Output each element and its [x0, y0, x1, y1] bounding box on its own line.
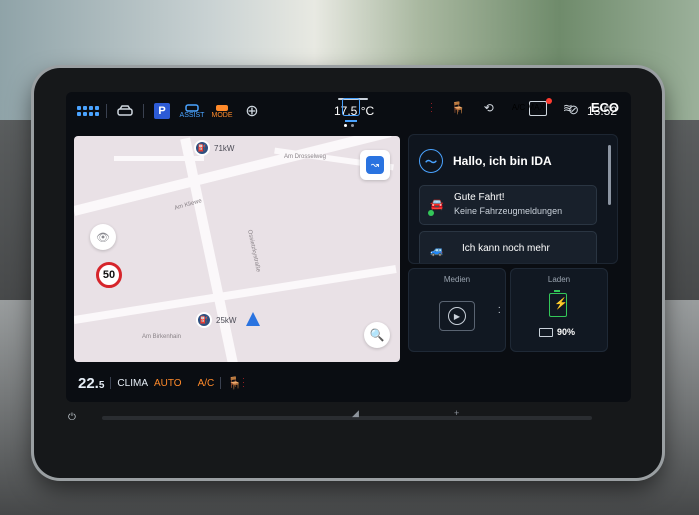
street-label: Am Drosselweg — [284, 154, 327, 160]
ida-suggestion-card[interactable]: 🚙 Ich kann noch mehr — [419, 231, 597, 263]
charging-title: Laden — [547, 275, 571, 284]
car-front-icon: 🚙 — [430, 245, 444, 257]
assist-label: ASSIST — [179, 112, 205, 119]
cabin-temperature[interactable]: 22.5 — [78, 375, 104, 392]
map-search-button[interactable]: 🔍 — [364, 322, 390, 348]
ev-charger-icon: ⛽ — [196, 312, 212, 328]
mode-label: MODE — [211, 112, 233, 119]
charger-power: 71kW — [214, 143, 235, 153]
divider — [110, 377, 112, 389]
temp-main: 22. — [78, 374, 99, 392]
charging-battery-icon: ⚡ — [549, 290, 568, 317]
current-position-icon — [246, 312, 260, 326]
battery-level: 90% — [539, 327, 575, 337]
seat-heating-left-icon[interactable]: 🪑 — [227, 376, 242, 390]
route-icon: ↝ — [366, 156, 384, 174]
plus-circle-icon: ⊕ — [245, 103, 259, 120]
card-title: Gute Fahrt! — [454, 192, 505, 203]
ac-button[interactable]: A/C — [198, 378, 215, 389]
parking-icon: P — [154, 103, 170, 119]
add-shortcut-button[interactable]: ⊕ — [240, 99, 264, 123]
recirculation-icon[interactable]: ⟲ — [484, 101, 494, 115]
speed-limit-sign: 50 — [96, 262, 122, 288]
ev-charger-icon: ⛽ — [194, 140, 210, 156]
climate-bar: 22.5 CLIMA AUTO A/C 🪑 · · · — [66, 364, 631, 402]
assist-car-icon — [185, 104, 199, 112]
volume-down-icon[interactable]: ◢ — [352, 408, 359, 419]
ida-assistant-panel[interactable]: 〜 Hallo, ich bin IDA 🚘 Gute Fahrt! Keine… — [408, 134, 618, 264]
eco-button[interactable]: ECO — [591, 100, 619, 115]
power-icon[interactable]: ⏻ — [68, 412, 76, 423]
charger-power: 25kW — [216, 315, 237, 325]
panel-scrollbar[interactable] — [608, 145, 611, 205]
charging-station-marker[interactable]: ⛽ 71kW — [194, 140, 234, 156]
street-label: Ossietzkystraße — [246, 229, 261, 273]
search-icon: 🔍 — [369, 328, 385, 342]
rear-defrost-icon[interactable]: ≋ — [563, 101, 573, 115]
heat-level-indicator: · · · — [242, 374, 245, 391]
ida-wave-icon: 〜 — [419, 149, 443, 173]
page-indicator — [344, 124, 354, 127]
infotainment-screen: P ASSIST MODE ⊕ 17.5 °C ⊘ 13:52 Am Dross… — [66, 92, 631, 402]
divider — [143, 104, 144, 118]
temperature-slider-bar[interactable]: ⏻ ◢ + — [68, 404, 612, 430]
clima-button[interactable]: CLIMA — [117, 378, 148, 389]
volume-up-icon[interactable]: + — [454, 408, 459, 418]
charging-tile[interactable]: Laden ⚡ 90% — [510, 268, 608, 352]
ida-header: 〜 Hallo, ich bin IDA — [419, 149, 552, 173]
street-label: Am Birkenhain — [142, 334, 182, 340]
assist-button[interactable]: ASSIST — [180, 99, 204, 123]
ida-greeting: Hallo, ich bin IDA — [453, 154, 552, 168]
climate-right-controls: · · · 🪑 ⟲ A/C MAX ≋ ECO — [430, 98, 619, 116]
apps-grid-icon[interactable] — [76, 99, 100, 123]
battery-percent: 90% — [557, 327, 576, 337]
map-view-button[interactable]: 👁 — [90, 224, 116, 250]
mode-car-icon — [216, 105, 228, 111]
map-road — [114, 156, 204, 161]
media-tile[interactable]: Medien ▶ · · — [408, 268, 506, 352]
battery-icon — [539, 327, 553, 337]
eye-icon: 👁 — [96, 231, 110, 244]
temp-decimal: 5 — [98, 379, 105, 391]
home-button[interactable] — [342, 98, 360, 116]
auto-button[interactable]: AUTO — [154, 378, 182, 389]
slider-track[interactable] — [102, 416, 592, 420]
vehicle-icon: 🚘 — [430, 199, 444, 211]
parking-button[interactable]: P — [150, 99, 174, 123]
card-subtitle: Keine Fahrzeugmeldungen — [454, 206, 563, 216]
ac-max-button[interactable]: A/C MAX — [512, 103, 545, 112]
navigation-map[interactable]: Am Drosselweg Am Kliewe Ossietzkystraße … — [74, 136, 400, 362]
status-ok-dot — [428, 210, 434, 216]
divider — [106, 104, 107, 118]
heat-level-indicator: · · · — [430, 98, 433, 116]
home-indicator — [345, 120, 357, 122]
drive-mode-button[interactable]: MODE — [210, 99, 234, 123]
charging-station-marker[interactable]: ⛽ 25kW — [196, 312, 236, 328]
suggestion-text: Ich kann noch mehr — [462, 243, 550, 254]
more-dots-icon[interactable]: · · — [498, 303, 501, 318]
seat-heating-right-icon[interactable]: 🪑 — [451, 101, 466, 115]
car-icon[interactable] — [113, 99, 137, 123]
play-icon: ▶ — [448, 307, 466, 325]
play-button[interactable]: ▶ — [439, 301, 475, 331]
divider — [220, 377, 222, 389]
vehicle-status-card[interactable]: 🚘 Gute Fahrt! Keine Fahrzeugmeldungen — [419, 185, 597, 225]
route-button[interactable]: ↝ — [360, 150, 390, 180]
media-title: Medien — [443, 275, 471, 284]
